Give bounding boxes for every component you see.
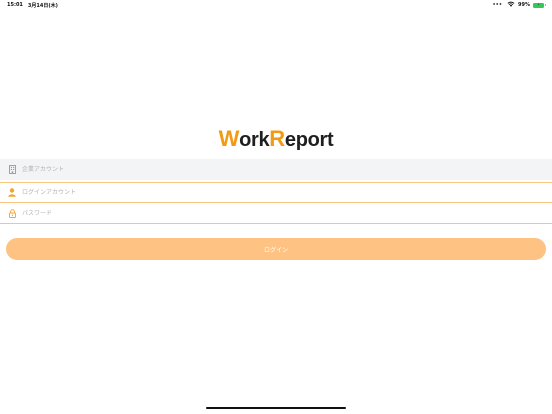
status-bar: 15:01 3月14日(木) ••• 99% ⚡ [0, 0, 552, 12]
status-date: 3月14日(木) [27, 3, 58, 9]
login-account-input[interactable] [22, 183, 552, 202]
logo-eport: eport [284, 129, 334, 151]
company-account-input[interactable] [22, 159, 552, 180]
multitasking-dots: ••• [492, 2, 503, 8]
password-field[interactable] [0, 203, 552, 224]
login-screen: 15:01 3月14日(木) ••• 99% ⚡ WorkReport 企業アカ… [0, 0, 552, 414]
logo-ork: ork [239, 129, 270, 151]
password-input[interactable] [22, 203, 552, 223]
logo-r-letter: R [269, 126, 285, 151]
charging-bolt-icon: ⚡ [537, 2, 540, 7]
app-logo: WorkReport [0, 126, 552, 152]
company-account-field[interactable] [0, 159, 552, 180]
building-icon [8, 165, 16, 175]
status-time: 15:01 [7, 2, 23, 8]
battery-icon: ⚡ [533, 2, 546, 8]
logo-w-letter: W [218, 126, 240, 151]
battery-percent: 99% [518, 2, 530, 8]
login-account-field[interactable] [0, 182, 552, 203]
wifi-icon [507, 1, 515, 9]
home-indicator [206, 407, 346, 409]
status-right: ••• 99% ⚡ [492, 1, 546, 9]
login-button[interactable]: ログイン [6, 238, 546, 260]
lock-icon [8, 208, 16, 218]
user-icon [8, 188, 16, 198]
status-left: 15:01 3月14日(木) [7, 2, 58, 9]
